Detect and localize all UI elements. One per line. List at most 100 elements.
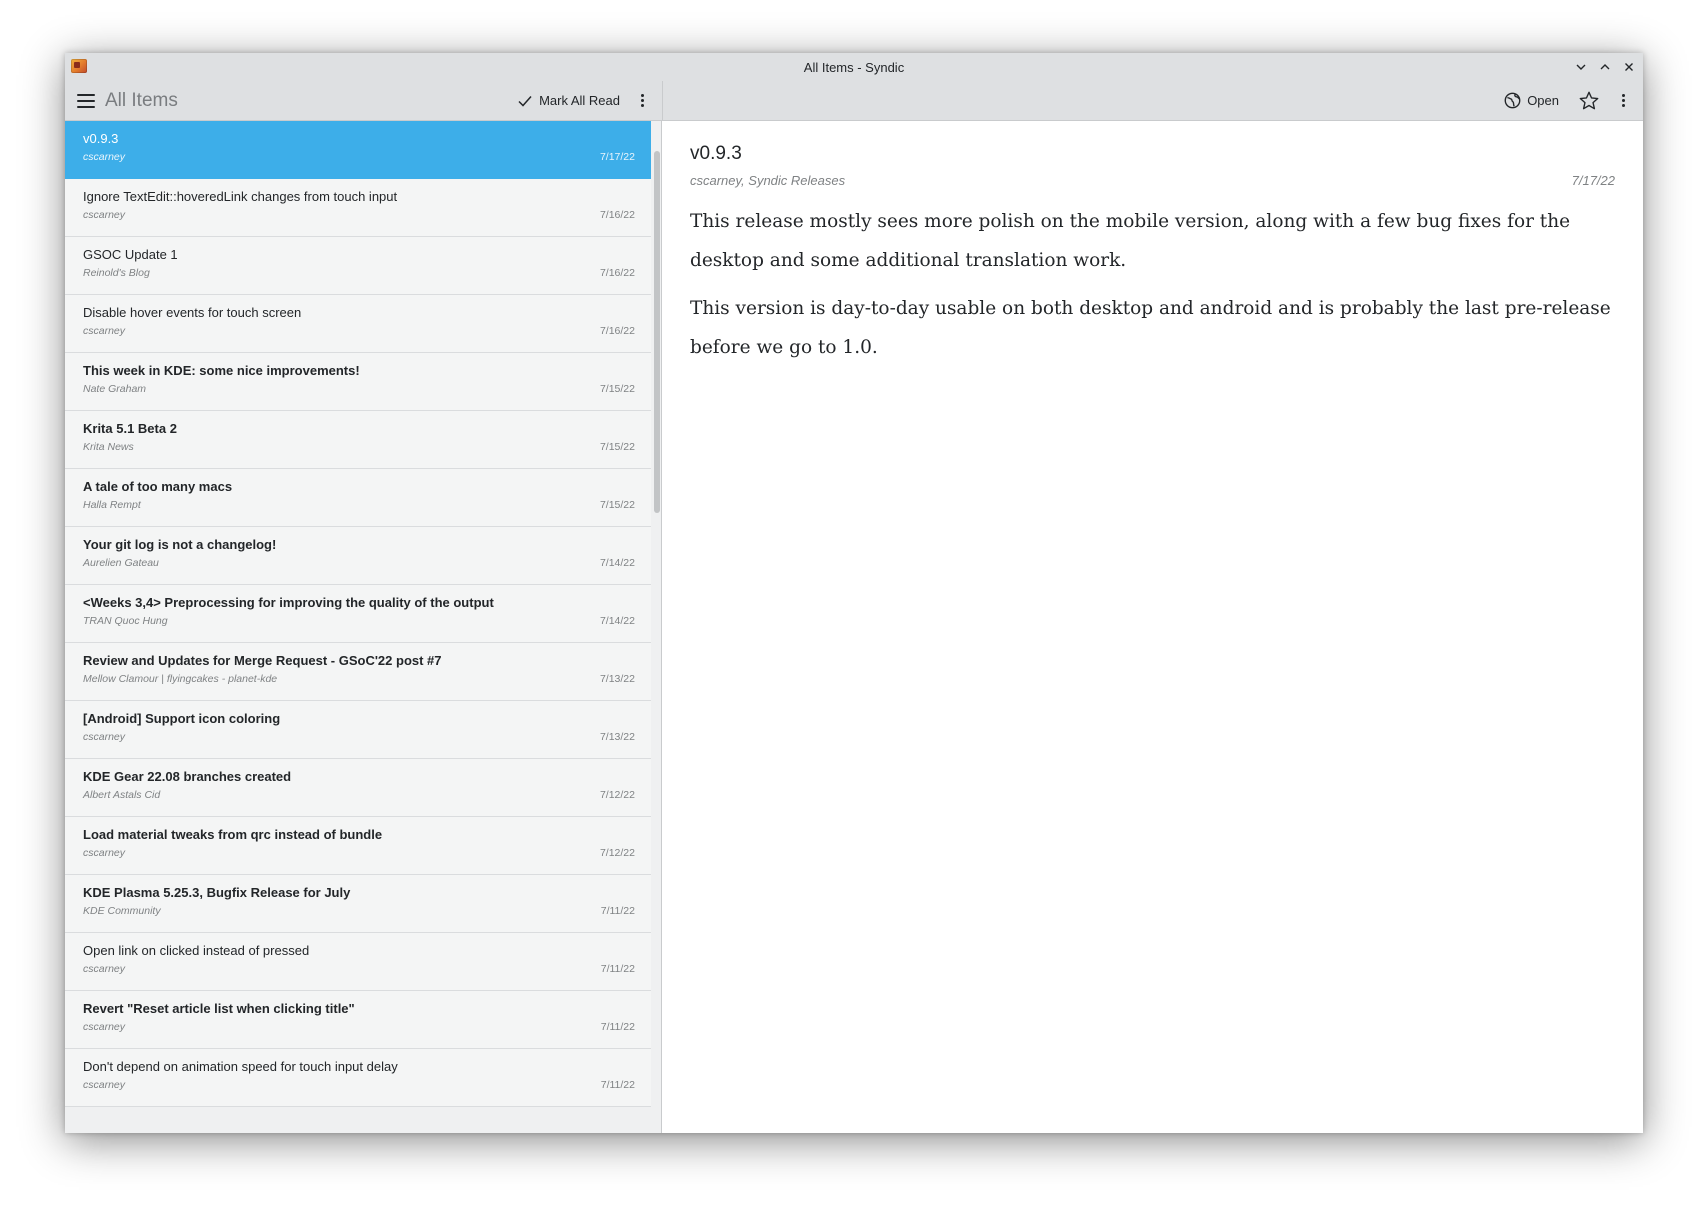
list-item-meta: Albert Astals Cid 7/12/22 [83, 789, 635, 801]
list-item-title: v0.9.3 [83, 131, 119, 146]
list-item-meta: KDE Community 7/11/22 [83, 905, 635, 917]
close-icon [1625, 63, 1633, 71]
list-item[interactable]: KDE Plasma 5.25.3, Bugfix Release for Ju… [65, 875, 653, 933]
list-item[interactable]: Open link on clicked instead of pressed c… [65, 933, 653, 991]
maximize-button[interactable] [1597, 59, 1613, 75]
article-body: This release mostly sees more polish on … [690, 202, 1615, 367]
list-item[interactable]: Load material tweaks from qrc instead of… [65, 817, 653, 875]
list-item[interactable]: Disable hover events for touch screen csc… [65, 295, 653, 353]
list-item-source: cscarney [83, 963, 126, 975]
list-item-source: Aurelien Gateau [83, 557, 159, 569]
list-item-source: cscarney [83, 1079, 126, 1091]
reader-toolbar: Open [662, 81, 1643, 121]
list-item-meta: Krita News 7/15/22 [83, 441, 635, 453]
list-item-meta: cscarney 7/13/22 [83, 731, 635, 743]
list-item-date: 7/11/22 [600, 1021, 635, 1033]
star-icon [1579, 91, 1599, 109]
kebab-icon [1621, 94, 1625, 107]
list-item-date: 7/15/22 [599, 383, 635, 395]
list-item-title: KDE Plasma 5.25.3, Bugfix Release for Ju… [83, 885, 351, 900]
list-item-date: 7/14/22 [599, 557, 635, 569]
list-item[interactable]: Your git log is not a changelog! Aurelien… [65, 527, 653, 585]
list-item[interactable]: A tale of too many macs Halla Rempt 7/15/2… [65, 469, 653, 527]
hamburger-icon[interactable] [77, 92, 95, 110]
list-item-source: cscarney [83, 151, 126, 163]
list-item-title: Disable hover events for touch screen [83, 305, 302, 320]
article-paragraph: This release mostly sees more polish on … [690, 211, 1571, 271]
star-button[interactable] [1575, 87, 1603, 115]
article-byline: cscarney, Syndic Releases [690, 173, 846, 188]
mark-all-read-button[interactable]: Mark All Read [509, 88, 628, 114]
list-item[interactable]: Don't depend on animation speed for touc… [65, 1049, 653, 1107]
list-item-source: KDE Community [83, 905, 161, 917]
list-item[interactable]: <Weeks 3,4> Preprocessing for improving … [65, 585, 653, 643]
mark-all-read-label: Mark All Read [539, 93, 620, 108]
list-item-meta: cscarney 7/11/22 [83, 1079, 635, 1091]
list-item-meta: cscarney 7/16/22 [83, 209, 635, 221]
list-item-title: Review and Updates for Merge Request - G… [83, 653, 442, 668]
list-item-title: Your git log is not a changelog! [83, 537, 277, 552]
list-item-source: Krita News [83, 441, 134, 453]
list-item-meta: TRAN Quoc Hung 7/14/22 [83, 615, 635, 627]
list-item-date: 7/11/22 [600, 1079, 635, 1091]
list-item-meta: cscarney 7/12/22 [83, 847, 635, 859]
list-item-meta: cscarney 7/11/22 [83, 1021, 635, 1033]
list-item-title: GSOC Update 1 [83, 247, 178, 262]
list-item-meta: Reinold's Blog 7/16/22 [83, 267, 635, 279]
list-item-date: 7/13/22 [599, 673, 635, 685]
list-item[interactable]: Ignore TextEdit::hoveredLink changes fro… [65, 179, 653, 237]
reader-overflow-menu-button[interactable] [1609, 87, 1637, 115]
article-list-scrollbar[interactable] [651, 121, 661, 1133]
kebab-icon [640, 94, 644, 107]
list-item-meta: cscarney 7/16/22 [83, 325, 635, 337]
list-item-date: 7/12/22 [599, 847, 635, 859]
chevron-up-icon [1600, 64, 1610, 70]
list-item[interactable]: Krita 5.1 Beta 2 Krita News 7/15/22 [65, 411, 653, 469]
open-in-browser-button[interactable]: Open [1496, 87, 1567, 114]
close-button[interactable] [1621, 59, 1637, 75]
list-item-meta: Halla Rempt 7/15/22 [83, 499, 635, 511]
list-item-title: KDE Gear 22.08 branches created [83, 769, 292, 784]
list-overflow-menu-button[interactable] [628, 87, 656, 115]
list-item-date: 7/12/22 [599, 789, 635, 801]
title-bar[interactable]: All Items - Syndic [65, 53, 1643, 81]
list-item-source: Reinold's Blog [83, 267, 150, 279]
list-item-date: 7/13/22 [599, 731, 635, 743]
list-item-title: Don't depend on animation speed for touc… [83, 1059, 398, 1074]
scrollbar-thumb[interactable] [654, 151, 660, 513]
list-toolbar: All Items Mark All Read [65, 81, 662, 121]
list-item[interactable]: Revert "Reset article list when clicking… [65, 991, 653, 1049]
article-list[interactable]: v0.9.3cscarney 7/17/22Ignore TextEdit::ho… [65, 121, 662, 1133]
list-item-title: Ignore TextEdit::hoveredLink changes fro… [83, 189, 398, 204]
list-item-date: 7/14/22 [599, 615, 635, 627]
article-list-items: v0.9.3cscarney 7/17/22Ignore TextEdit::ho… [65, 121, 661, 1107]
list-item[interactable]: v0.9.3 cscarney 7/17/22 [65, 121, 653, 179]
list-item-title: Krita 5.1 Beta 2 [83, 421, 177, 436]
list-item[interactable]: [Android] Support icon coloring cscarney 7… [65, 701, 653, 759]
list-item-title: Revert "Reset article list when clicking… [83, 1001, 355, 1016]
list-item-title: A tale of too many macs [83, 479, 233, 494]
syndic-app-icon[interactable] [71, 59, 87, 73]
list-item-date: 7/16/22 [599, 325, 635, 337]
list-item-source: cscarney [83, 847, 126, 859]
list-item-date: 7/16/22 [599, 267, 635, 279]
list-item-source: cscarney [83, 325, 126, 337]
minimize-button[interactable] [1573, 59, 1589, 75]
list-item-source: cscarney [83, 209, 126, 221]
list-item[interactable]: GSOC Update 1 Reinold's Blog 7/16/22 [65, 237, 653, 295]
article-reader: v0.9.3 cscarney, Syndic Releases 7/17/22… [662, 121, 1643, 1133]
list-item-source: Albert Astals Cid [83, 789, 161, 801]
page-title: All Items [105, 89, 178, 111]
list-item-date: 7/11/22 [600, 905, 635, 917]
list-item-title: <Weeks 3,4> Preprocessing for improving … [83, 595, 494, 610]
globe-icon [1504, 92, 1521, 109]
list-item[interactable]: KDE Gear 22.08 branches created Albert As… [65, 759, 653, 817]
list-item[interactable]: This week in KDE: some nice improvements… [65, 353, 653, 411]
list-item-meta: Aurelien Gateau 7/14/22 [83, 557, 635, 569]
list-item-source: cscarney [83, 731, 126, 743]
list-item-title: [Android] Support icon coloring [83, 711, 281, 726]
list-item[interactable]: Review and Updates for Merge Request - G… [65, 643, 653, 701]
list-item-source: TRAN Quoc Hung [83, 615, 168, 627]
list-item-meta: cscarney 7/11/22 [83, 963, 635, 975]
list-item-meta: cscarney 7/17/22 [83, 151, 635, 163]
